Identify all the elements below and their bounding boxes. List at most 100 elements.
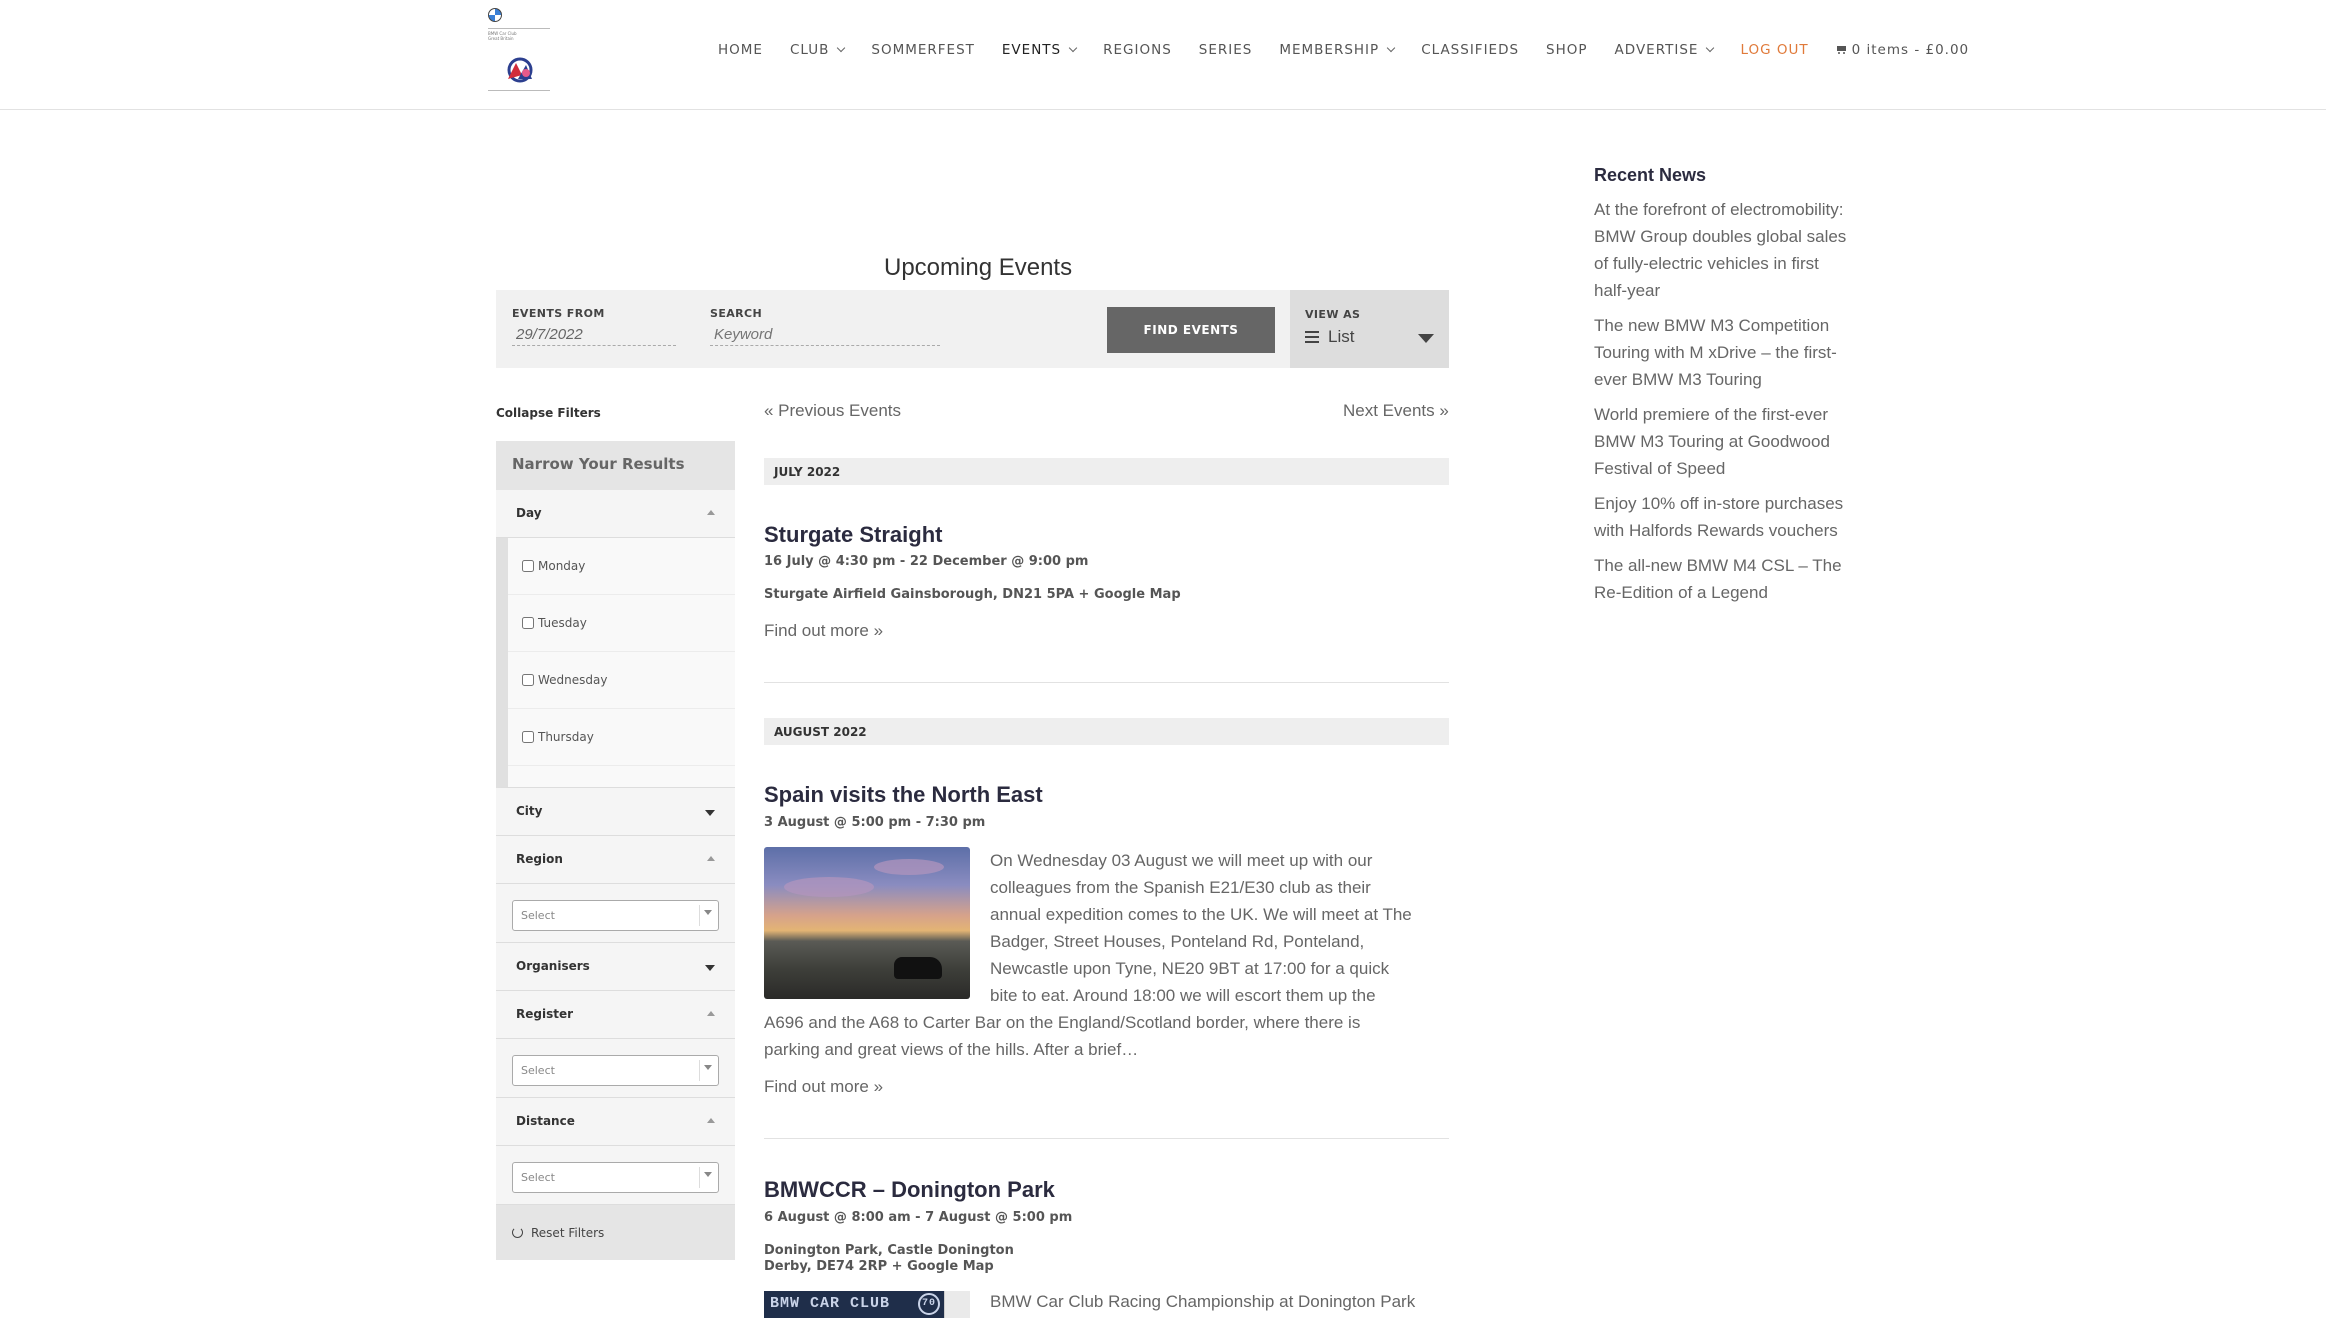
- register-select[interactable]: Select: [512, 1055, 719, 1086]
- day-options: Monday Tuesday Wednesday Thursday: [496, 538, 735, 788]
- find-events-button[interactable]: FIND EVENTS: [1107, 307, 1275, 353]
- day-option-tuesday[interactable]: Tuesday: [508, 595, 735, 652]
- logo-divider: [488, 28, 550, 29]
- day-option-monday[interactable]: Monday: [508, 538, 735, 595]
- news-link[interactable]: The new BMW M3 Competition Touring with …: [1594, 312, 1856, 393]
- previous-events-link[interactable]: « Previous Events: [764, 401, 901, 421]
- chevron-down-icon: [1386, 43, 1396, 53]
- next-events-link[interactable]: Next Events »: [1343, 401, 1449, 421]
- cart-icon: [1836, 45, 1848, 55]
- event-title-sturgate[interactable]: Sturgate Straight: [764, 522, 942, 548]
- day-checkbox[interactable]: [522, 731, 534, 743]
- month-separator-july: JULY 2022: [764, 458, 1449, 485]
- nav-advertise[interactable]: ADVERTISE: [1615, 42, 1715, 58]
- event-description: On Wednesday 03 August we will meet up w…: [764, 847, 1416, 1063]
- list-icon: [1305, 331, 1319, 343]
- register-select-wrap: Select: [496, 1039, 735, 1098]
- day-option-wednesday[interactable]: Wednesday: [508, 652, 735, 709]
- filter-distance-toggle[interactable]: Distance: [496, 1098, 735, 1146]
- cart-summary: 0 items - £0.00: [1851, 42, 1970, 58]
- caret-down-icon: [1418, 334, 1434, 343]
- reset-icon: [512, 1227, 523, 1238]
- event-image-donington[interactable]: BMW CAR CLUB 70: [764, 1291, 944, 1318]
- chevron-down-icon: [837, 43, 846, 53]
- filter-region-toggle[interactable]: Region: [496, 836, 735, 884]
- car-shape: [894, 957, 942, 979]
- nav-club[interactable]: CLUB: [790, 42, 846, 58]
- region-select[interactable]: Select: [512, 900, 719, 931]
- nav-shop[interactable]: SHOP: [1546, 42, 1588, 58]
- nav-classifieds[interactable]: CLASSIFIEDS: [1421, 42, 1519, 58]
- recent-news-heading: Recent News: [1594, 165, 1707, 185]
- event-image-side: [944, 1291, 970, 1318]
- search-label: SEARCH: [710, 307, 763, 320]
- event-venue-line1: Donington Park, Castle Donington: [764, 1243, 1014, 1258]
- distance-select[interactable]: Select: [512, 1162, 719, 1193]
- nav-series[interactable]: SERIES: [1199, 42, 1253, 58]
- nav-membership[interactable]: MEMBERSHIP: [1279, 42, 1396, 58]
- filter-register-toggle[interactable]: Register: [496, 991, 735, 1039]
- collapse-filters-link[interactable]: Collapse Filters: [496, 406, 601, 420]
- arrow-up-icon: [707, 1011, 715, 1016]
- view-as-value: List: [1328, 327, 1355, 346]
- day-checkbox[interactable]: [522, 617, 534, 629]
- view-as-select[interactable]: VIEW AS List: [1290, 290, 1449, 368]
- bmw-roundel-icon: [488, 8, 502, 22]
- events-from-input[interactable]: [512, 324, 676, 346]
- nav-home[interactable]: HOME: [718, 42, 763, 58]
- nav-logout[interactable]: LOG OUT: [1740, 42, 1808, 58]
- club-emblem-icon: [507, 57, 533, 83]
- filters-heading: Narrow Your Results: [496, 441, 735, 490]
- nav-events[interactable]: EVENTS: [1002, 42, 1078, 58]
- nav-cart[interactable]: 0 items - £0.00: [1836, 42, 1970, 58]
- reset-filters-button[interactable]: Reset Filters: [496, 1205, 735, 1260]
- chevron-down-icon: [1706, 43, 1715, 53]
- news-link[interactable]: World premiere of the first-ever BMW M3 …: [1594, 401, 1856, 482]
- select-separator: [699, 1167, 700, 1188]
- event-title-spain[interactable]: Spain visits the North East: [764, 782, 1043, 808]
- day-option-thursday[interactable]: Thursday: [508, 709, 735, 766]
- events-from-label: EVENTS FROM: [512, 307, 605, 320]
- main-nav: HOME CLUB SOMMERFEST EVENTS REGIONS SERI…: [718, 0, 1969, 100]
- select-caret-icon: [704, 1172, 712, 1177]
- news-link[interactable]: At the forefront of electromobility: BMW…: [1594, 196, 1856, 304]
- filter-city-toggle[interactable]: City: [496, 788, 735, 836]
- event-description: BMW Car Club Racing Championship at Doni…: [990, 1292, 1416, 1311]
- find-out-more-link[interactable]: Find out more »: [764, 621, 883, 641]
- find-out-more-link[interactable]: Find out more »: [764, 1077, 883, 1097]
- select-caret-icon: [704, 910, 712, 915]
- distance-select-wrap: Select: [496, 1146, 735, 1205]
- event-date: 6 August @ 8:00 am - 7 August @ 5:00 pm: [764, 1210, 1073, 1225]
- arrow-up-icon: [707, 1118, 715, 1123]
- club-70-badge-icon: 70: [918, 1293, 940, 1315]
- nav-sommerfest[interactable]: SOMMERFEST: [871, 42, 975, 58]
- region-select-wrap: Select: [496, 884, 735, 943]
- day-checkbox[interactable]: [522, 560, 534, 572]
- arrow-down-icon: [705, 810, 715, 816]
- select-caret-icon: [704, 1065, 712, 1070]
- arrow-up-icon: [707, 510, 715, 515]
- nav-regions[interactable]: REGIONS: [1103, 42, 1172, 58]
- site-logo[interactable]: BMW Car Club Great Britain: [486, 6, 554, 92]
- view-as-label: VIEW AS: [1305, 308, 1361, 321]
- day-checkbox[interactable]: [522, 674, 534, 686]
- recent-news-list: At the forefront of electromobility: BMW…: [1594, 196, 1856, 614]
- event-title-donington[interactable]: BMWCCR – Donington Park: [764, 1177, 1055, 1203]
- search-input[interactable]: [710, 324, 940, 346]
- news-link[interactable]: Enjoy 10% off in-store purchases with Ha…: [1594, 490, 1856, 544]
- filter-day-toggle[interactable]: Day: [496, 490, 735, 538]
- select-separator: [699, 1060, 700, 1081]
- filter-organisers-toggle[interactable]: Organisers: [496, 943, 735, 991]
- cloud-shape: [874, 859, 944, 875]
- site-header: BMW Car Club Great Britain HOME CLUB SOM…: [0, 0, 2326, 110]
- filters-panel: Narrow Your Results Day Monday Tuesday W…: [496, 441, 735, 1260]
- logo-tagline-2: Great Britain: [488, 36, 514, 41]
- news-link[interactable]: The all-new BMW M4 CSL – The Re-Edition …: [1594, 552, 1856, 606]
- cloud-shape: [784, 877, 874, 897]
- arrow-up-icon: [707, 856, 715, 861]
- event-image[interactable]: [764, 847, 970, 999]
- logo-divider-bottom: [488, 90, 550, 91]
- page-title: Upcoming Events: [884, 254, 1073, 281]
- event-date: 16 July @ 4:30 pm - 22 December @ 9:00 p…: [764, 554, 1089, 569]
- event-divider: [764, 682, 1449, 683]
